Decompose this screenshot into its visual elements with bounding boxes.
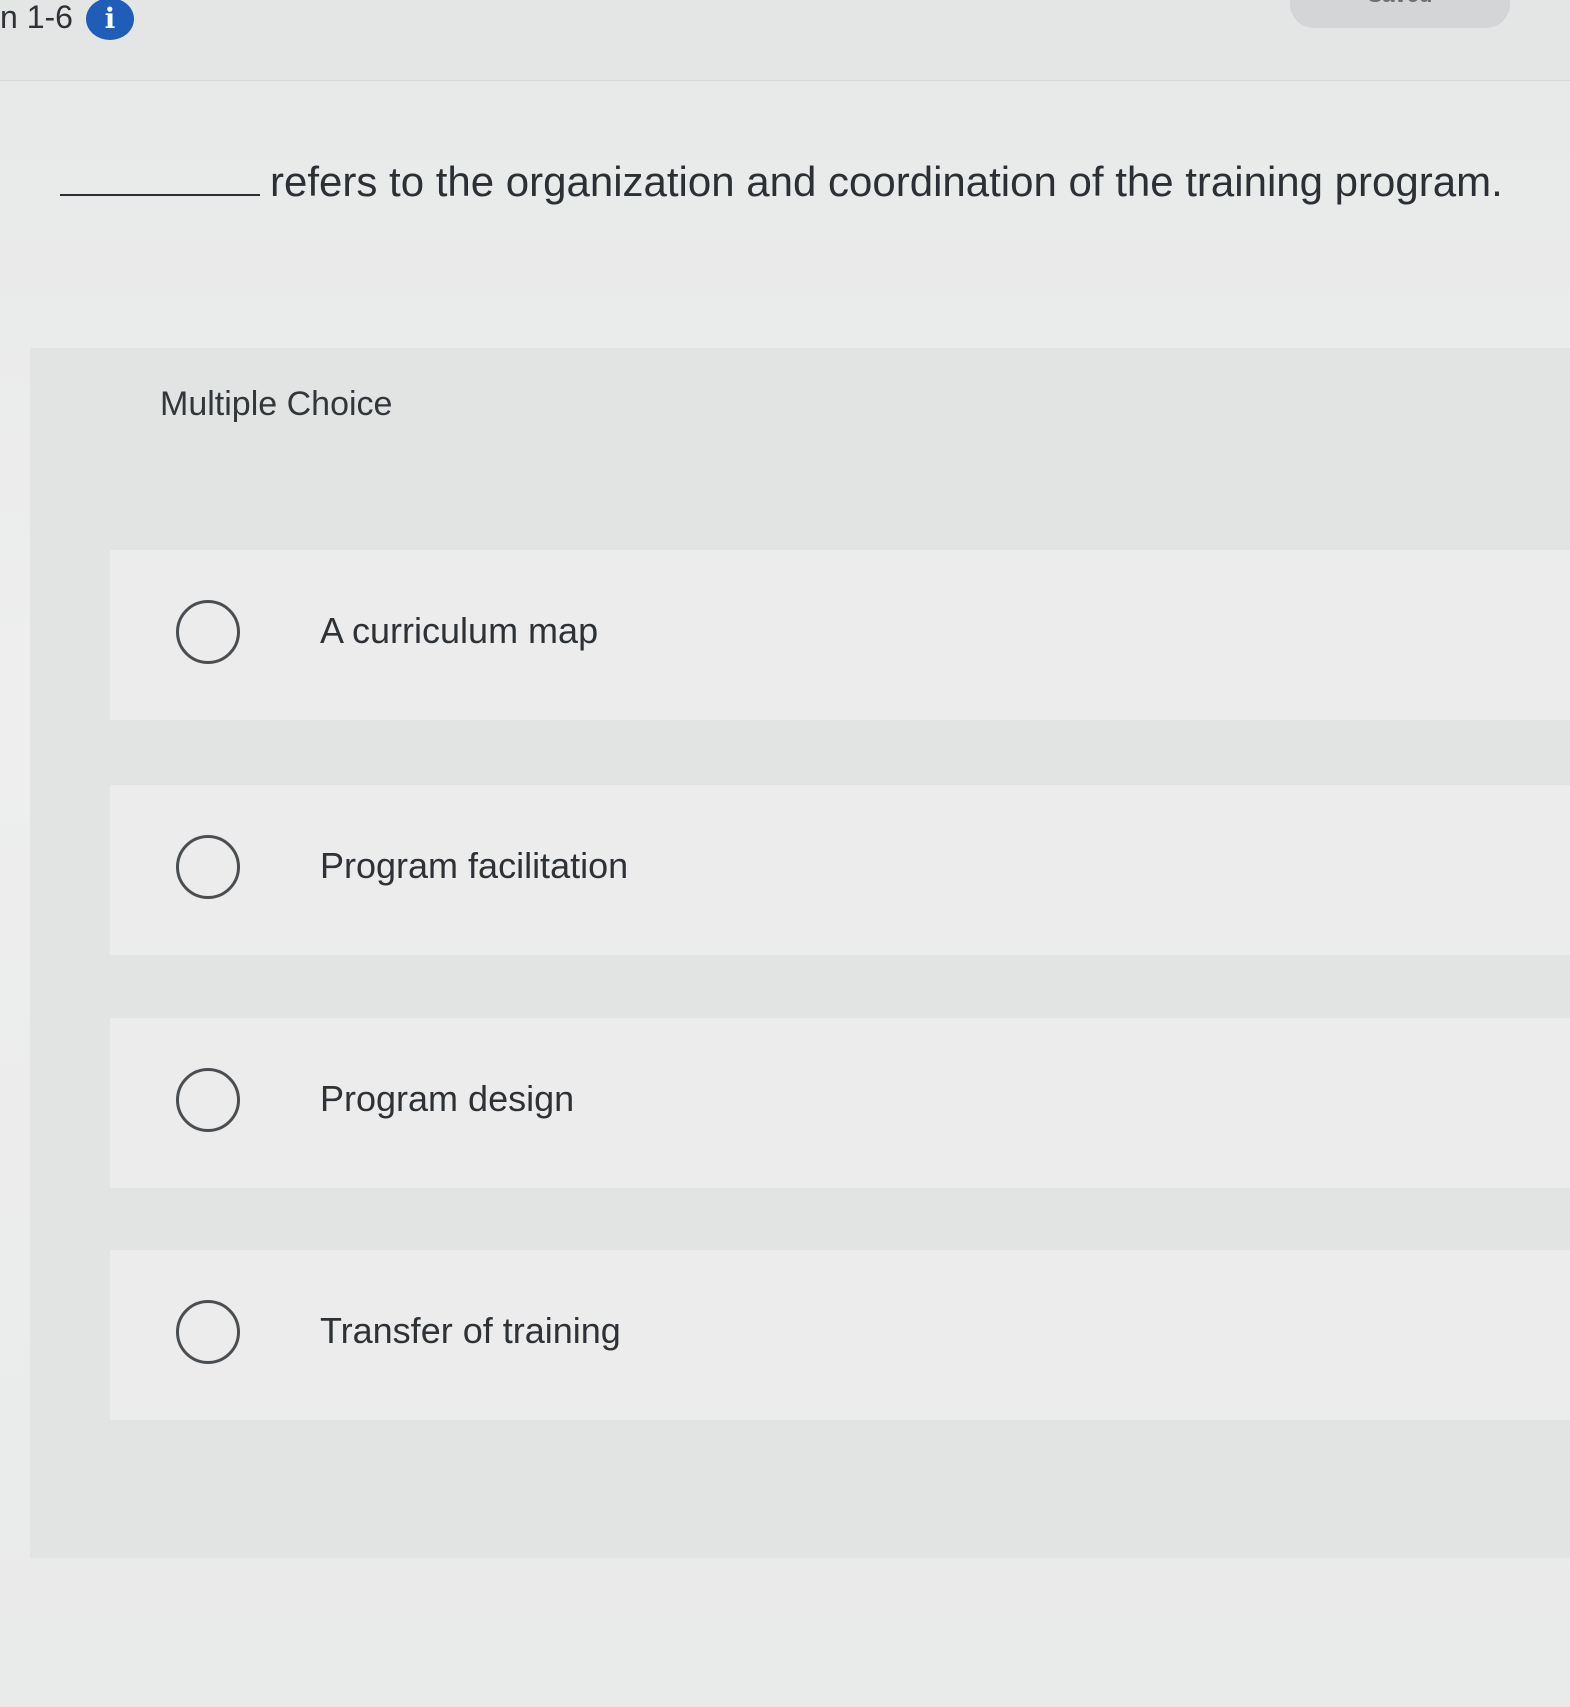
choice-label: Program design <box>320 1078 575 1119</box>
answer-blank <box>60 150 260 196</box>
choice-option[interactable]: Transfer of training <box>110 1250 1570 1420</box>
radio-unselected-icon[interactable] <box>176 1300 240 1364</box>
choice-label: A curriculum map <box>320 610 599 651</box>
saved-status-badge: Saved <box>1290 0 1510 28</box>
radio-unselected-icon[interactable] <box>176 835 240 899</box>
choice-label: Program facilitation <box>320 845 629 886</box>
choice-label: Transfer of training <box>320 1310 621 1351</box>
multiple-choice-heading: Multiple Choice <box>160 385 393 423</box>
question-prompt: refers to the organization and coordinat… <box>60 150 1520 210</box>
choice-option[interactable]: A curriculum map <box>110 550 1570 720</box>
radio-unselected-icon[interactable] <box>176 600 240 664</box>
choice-option[interactable]: Program facilitation <box>110 785 1570 955</box>
question-text: refers to the organization and coordinat… <box>270 158 1503 205</box>
radio-unselected-icon[interactable] <box>176 1068 240 1132</box>
question-number: n 1-6 <box>0 0 73 35</box>
choice-option[interactable]: Program design <box>110 1018 1570 1188</box>
